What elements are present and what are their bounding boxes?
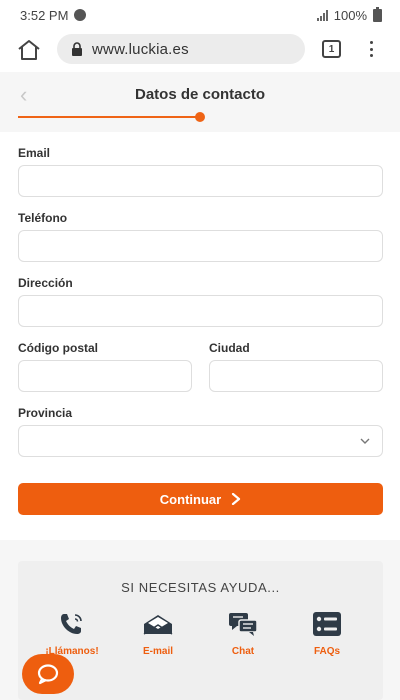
address-bar[interactable]: www.luckia.es [57, 34, 305, 64]
help-chat-button[interactable]: Chat [213, 610, 273, 660]
help-email-label: E-mail [142, 646, 173, 657]
battery-percent: 100% [333, 7, 367, 23]
chat-icon [229, 613, 258, 636]
signal-icon [316, 9, 328, 21]
browser-menu-button[interactable] [366, 39, 376, 59]
continue-label: Continuar [159, 491, 222, 507]
faq-icon [313, 612, 341, 636]
help-faq-label: FAQs [313, 646, 341, 657]
help-title: SI NECESITAS AYUDA... [121, 580, 280, 595]
progress-indicator [195, 112, 205, 122]
status-time: 3:52 PM [20, 7, 69, 23]
phone-field[interactable] [18, 230, 383, 262]
city-field[interactable] [209, 360, 383, 392]
home-icon [18, 40, 40, 60]
battery-icon [373, 6, 382, 22]
browser-toolbar: www.luckia.es 1 [0, 30, 400, 70]
help-faq-button[interactable]: FAQs [297, 610, 357, 660]
address-field[interactable] [18, 295, 383, 327]
email-field[interactable] [18, 165, 383, 197]
page-title: Datos de contacto [134, 86, 266, 103]
email-label: Email [18, 146, 51, 160]
url-text: www.luckia.es [92, 40, 189, 58]
mail-icon [143, 615, 173, 635]
arrow-right-icon [232, 493, 241, 505]
tabs-button[interactable]: 1 [322, 40, 341, 58]
message-icon [74, 9, 87, 21]
help-chat-label: Chat [231, 646, 255, 657]
help-email-button[interactable]: E-mail [128, 610, 188, 660]
chat-bubble-icon [37, 664, 59, 685]
page-header: ‹ Datos de contacto [0, 76, 400, 116]
home-button[interactable] [16, 38, 42, 62]
status-left: 3:52 PM [20, 7, 87, 23]
phone-label: Teléfono [18, 211, 68, 225]
province-select[interactable] [18, 425, 383, 457]
help-call-button[interactable]: ¡Llámanos! [42, 610, 102, 660]
city-label: Ciudad [209, 341, 250, 355]
chevron-down-icon [360, 438, 370, 444]
postal-code-field[interactable] [18, 360, 192, 392]
postal-code-label: Código postal [18, 341, 98, 355]
continue-button[interactable]: Continuar [18, 483, 383, 515]
chat-fab-button[interactable] [22, 654, 74, 694]
progress-bar [18, 116, 200, 118]
status-right: 100% [316, 6, 382, 23]
address-label: Dirección [18, 276, 73, 290]
phone-icon [61, 614, 82, 634]
status-bar: 3:52 PM 100% [0, 0, 400, 30]
lock-icon [72, 42, 82, 56]
province-label: Provincia [18, 406, 73, 420]
